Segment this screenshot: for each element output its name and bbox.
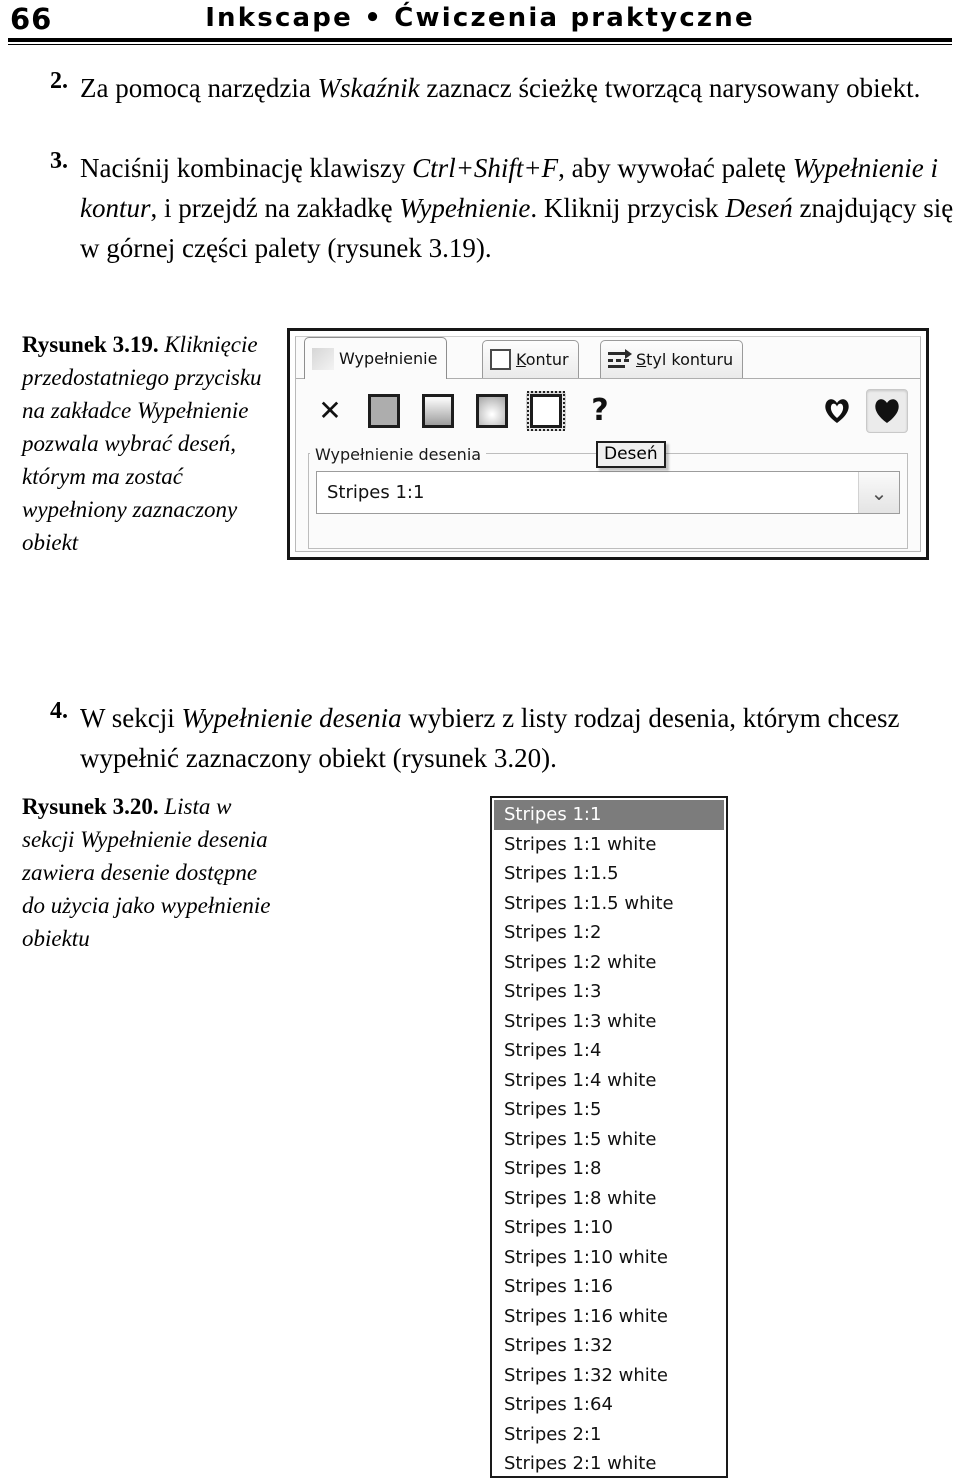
- dropdown-item[interactable]: Stripes 1:16: [494, 1272, 724, 1302]
- tab-label-rest: ontur: [525, 350, 569, 369]
- pattern-dropdown-list[interactable]: Stripes 1:1 Stripes 1:1 white Stripes 1:1.…: [490, 796, 728, 1478]
- dropdown-item[interactable]: Stripes 1:3: [494, 977, 724, 1007]
- dialog-inner-panel: Wypełnienie Kontur Styl konturu ✕ ? Wype…: [295, 336, 921, 552]
- tab-wypelnienie[interactable]: Wypełnienie: [304, 337, 448, 379]
- dropdown-item[interactable]: Stripes 1:2 white: [494, 948, 724, 978]
- question-mark-icon: ?: [591, 393, 609, 428]
- figure-caption-text: Kliknięcie przedostatniego przycisku na …: [22, 332, 262, 555]
- pattern-fill-group-label: Wypełnienie desenia: [310, 445, 487, 464]
- dropdown-item[interactable]: Stripes 1:4: [494, 1036, 724, 1066]
- desen-tooltip: Deseń: [596, 441, 666, 468]
- header-rule-thick: [8, 38, 952, 42]
- tab-label: Wypełnienie: [339, 349, 438, 368]
- step-number: 2.: [50, 68, 68, 94]
- step-text: Za pomocą narzędzia Wskaźnik zaznacz ści…: [80, 73, 921, 103]
- tab-label-rest: tyl konturu: [646, 350, 734, 369]
- pattern-icon: [527, 391, 565, 431]
- dropdown-item[interactable]: Stripes 1:1.5 white: [494, 889, 724, 919]
- running-head: Inkscape • Ćwiczenia praktyczne: [205, 3, 755, 33]
- even-odd-heart-icon: [825, 399, 849, 423]
- figure-label: Rysunek 3.19.: [22, 332, 159, 357]
- step-text: Naciśnij kombinację klawiszy Ctrl+Shift+…: [80, 153, 954, 263]
- close-x-icon: ✕: [318, 394, 342, 427]
- dropdown-item[interactable]: Stripes 1:16 white: [494, 1302, 724, 1332]
- fill-rule-button-row: [816, 389, 908, 433]
- dropdown-item[interactable]: Stripes 1:1: [494, 800, 724, 830]
- nonzero-heart-icon: [875, 399, 899, 423]
- fill-swatch-icon: [312, 347, 334, 370]
- no-paint-button[interactable]: ✕: [310, 391, 350, 431]
- dropdown-item[interactable]: Stripes 1:1.5: [494, 859, 724, 889]
- unknown-paint-button[interactable]: ?: [580, 391, 620, 431]
- dialog-tab-strip: Wypełnienie Kontur Styl konturu: [296, 337, 920, 379]
- dropdown-item[interactable]: Stripes 1:32: [494, 1331, 724, 1361]
- figure-label: Rysunek 3.20.: [22, 794, 159, 819]
- dropdown-item[interactable]: Stripes 1:32 white: [494, 1361, 724, 1391]
- page-header: 66 Inkscape • Ćwiczenia praktyczne: [0, 0, 960, 46]
- pattern-button[interactable]: [526, 391, 566, 431]
- dropdown-item[interactable]: Stripes 1:8: [494, 1154, 724, 1184]
- tab-styl-konturu[interactable]: Styl konturu: [600, 340, 744, 378]
- dropdown-item[interactable]: Stripes 1:64: [494, 1390, 724, 1420]
- dropdown-item[interactable]: Stripes 1:5 white: [494, 1125, 724, 1155]
- step-number: 4.: [50, 698, 68, 724]
- flat-color-button[interactable]: [364, 391, 404, 431]
- nonzero-fill-rule-button[interactable]: [866, 389, 908, 433]
- linear-gradient-button[interactable]: [418, 391, 458, 431]
- pattern-select-value: Stripes 1:1: [327, 482, 425, 503]
- dropdown-item[interactable]: Stripes 1:4 white: [494, 1066, 724, 1096]
- dropdown-item[interactable]: Stripes 1:10: [494, 1213, 724, 1243]
- even-odd-fill-rule-button[interactable]: [816, 389, 858, 433]
- tab-kontur[interactable]: Kontur: [482, 340, 579, 378]
- stroke-style-icon: [608, 348, 632, 370]
- dropdown-item[interactable]: Stripes 1:3 white: [494, 1007, 724, 1037]
- dropdown-item[interactable]: Stripes 1:1 white: [494, 830, 724, 860]
- figure-caption-319: Rysunek 3.19. Kliknięcie przedostatniego…: [22, 328, 272, 559]
- flat-color-icon: [368, 394, 400, 428]
- dropdown-item[interactable]: Stripes 1:5: [494, 1095, 724, 1125]
- pattern-select[interactable]: Stripes 1:1 ⌄: [316, 471, 900, 514]
- dropdown-item[interactable]: Stripes 1:8 white: [494, 1184, 724, 1214]
- tab-label: Styl konturu: [636, 350, 733, 369]
- stroke-swatch-icon: [490, 349, 511, 370]
- fill-and-stroke-dialog-figure: Wypełnienie Kontur Styl konturu ✕ ? Wype…: [287, 328, 929, 560]
- linear-gradient-icon: [422, 394, 454, 428]
- radial-gradient-button[interactable]: [472, 391, 512, 431]
- dropdown-item[interactable]: Stripes 2:1 white: [494, 1449, 724, 1476]
- step-number: 3.: [50, 148, 68, 174]
- tab-mnemonic: K: [516, 350, 526, 369]
- figure-caption-320: Rysunek 3.20. Lista w sekcji Wypełnienie…: [22, 790, 272, 955]
- dropdown-item[interactable]: Stripes 1:2: [494, 918, 724, 948]
- dropdown-item[interactable]: Stripes 2:1: [494, 1420, 724, 1450]
- radial-gradient-icon: [476, 394, 508, 428]
- chevron-down-icon[interactable]: ⌄: [858, 472, 899, 513]
- step-text: W sekcji Wypełnienie desenia wybierz z l…: [80, 703, 900, 773]
- tab-label: Kontur: [516, 350, 569, 369]
- header-rule-thin: [8, 44, 952, 45]
- tab-mnemonic: S: [636, 350, 647, 369]
- fill-type-button-row: ✕ ?: [310, 391, 620, 431]
- dropdown-item[interactable]: Stripes 1:10 white: [494, 1243, 724, 1273]
